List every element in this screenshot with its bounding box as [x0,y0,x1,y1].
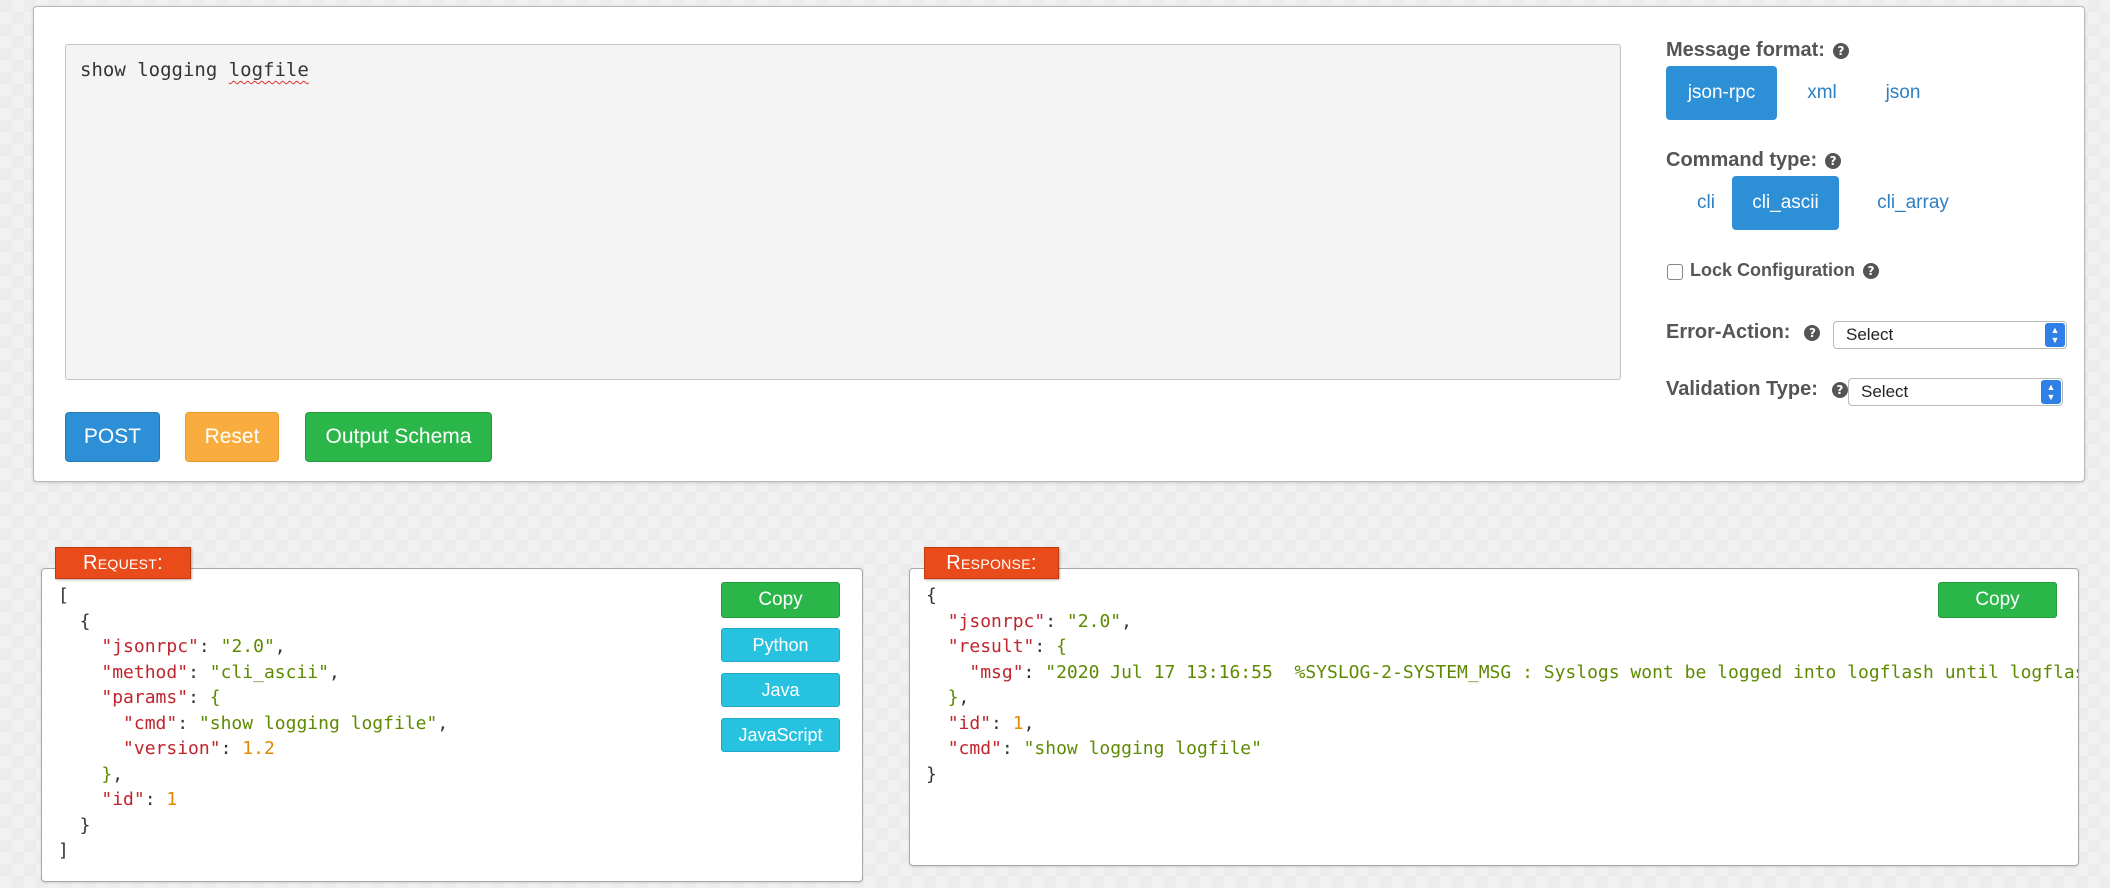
python-button[interactable]: Python [721,628,840,662]
javascript-button[interactable]: JavaScript [721,718,840,752]
error-action-select[interactable]: Select ▲ ▼ [1833,321,2067,349]
request-jsonrpc: 2.0 [231,636,264,657]
response-cmd: show logging logfile [1034,738,1252,759]
request-tag: Request: [55,547,191,579]
response-code: { "jsonrpc": "2.0", "result": { "msg": "… [926,583,2078,787]
command-text-misspelled: logfile [228,59,309,81]
help-icon[interactable]: ? [1804,324,1821,341]
message-format-label: Message format: ? [1666,39,1849,62]
format-option-json-rpc[interactable]: json-rpc [1666,66,1777,120]
format-option-xml[interactable]: xml [1791,66,1853,120]
java-button[interactable]: Java [721,673,840,707]
type-option-cli[interactable]: cli [1684,176,1728,230]
request-copy-button[interactable]: Copy [721,582,840,618]
response-copy-button[interactable]: Copy [1938,582,2057,618]
request-id: 1 [166,789,178,810]
validation-type-label: Validation Type: ? [1666,378,1848,401]
lock-configuration-checkbox[interactable] [1667,264,1683,280]
help-icon[interactable]: ? [1831,381,1848,398]
request-panel: [ { "jsonrpc": "2.0", "method": "cli_asc… [41,568,863,882]
type-option-cli-array[interactable]: cli_array [1853,176,1973,230]
response-msg: 2020 Jul 17 13:16:55 %SYSLOG-2-SYSTEM_MS… [1056,661,2078,683]
format-option-json[interactable]: json [1865,66,1941,120]
command-panel: show logging logfile POST Reset Output S… [33,6,2085,482]
validation-type-select[interactable]: Select ▲ ▼ [1848,378,2063,406]
error-action-label: Error-Action: ? [1666,321,1821,344]
response-tag: Response: [924,547,1059,579]
command-input[interactable]: show logging logfile [65,44,1621,380]
reset-button[interactable]: Reset [185,412,279,462]
request-code: [ { "jsonrpc": "2.0", "method": "cli_asc… [58,585,449,861]
select-arrows-icon: ▲ ▼ [2045,323,2065,347]
post-button[interactable]: POST [65,412,160,462]
response-panel: { "jsonrpc": "2.0", "result": { "msg": "… [909,568,2079,866]
command-text: show logging [80,59,229,81]
lock-configuration-label: Lock Configuration ? [1690,260,1879,281]
request-cmd: show logging logfile [209,712,427,734]
select-arrows-icon: ▲ ▼ [2041,380,2061,404]
output-schema-button[interactable]: Output Schema [305,412,492,462]
command-type-label: Command type: ? [1666,149,1842,172]
help-icon[interactable]: ? [1832,42,1849,59]
response-id: 1 [1012,712,1024,734]
request-version: 1.2 [242,738,275,759]
response-jsonrpc: 2.0 [1077,610,1111,632]
help-icon[interactable]: ? [1863,262,1879,279]
type-option-cli-ascii[interactable]: cli_ascii [1732,176,1839,230]
help-icon[interactable]: ? [1825,152,1842,169]
request-method: cli_ascii [220,661,319,683]
